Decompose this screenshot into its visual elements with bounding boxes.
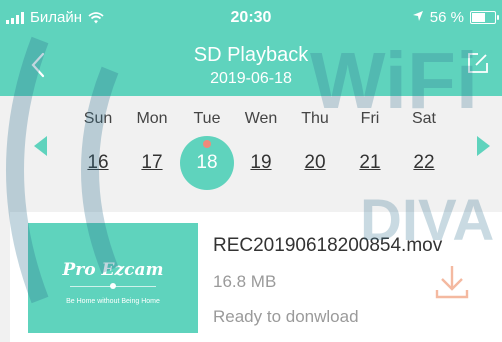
day-name: Wen — [244, 110, 278, 127]
day-number: 20 — [304, 152, 326, 173]
download-button[interactable] — [434, 262, 470, 302]
day-name: Tue — [193, 110, 221, 127]
thumbnail-dot — [110, 283, 116, 289]
day-number: 16 — [87, 152, 109, 173]
day-name: Sun — [83, 110, 113, 127]
thumbnail-tagline: Be Home without Being Home — [66, 298, 160, 305]
thumbnail-logo: Pro Ezcam — [62, 260, 164, 280]
recording-thumbnail[interactable]: Pro Ezcam Be Home without Being Home — [28, 223, 198, 333]
day-number: 17 — [141, 152, 163, 173]
day-name: Thu — [301, 110, 329, 127]
day-number: 21 — [359, 152, 381, 173]
day-name: Mon — [136, 110, 168, 127]
next-week-arrow[interactable] — [477, 136, 490, 156]
battery-level — [472, 13, 486, 22]
status-bar: Билайн 20:30 56 % — [0, 0, 502, 34]
download-icon — [435, 266, 469, 299]
day-name: Sat — [411, 110, 436, 127]
header: Билайн 20:30 56 % SD Playback 2019-06-18 — [0, 0, 502, 96]
recording-dot — [203, 140, 211, 148]
edit-icon — [468, 53, 488, 73]
previous-week-arrow[interactable] — [34, 136, 47, 156]
day-number: 18 — [196, 152, 218, 173]
page-subtitle: 2019-06-18 — [210, 70, 292, 87]
recording-list: Pro Ezcam Be Home without Being Home REC… — [10, 212, 502, 342]
day-number: 19 — [250, 152, 272, 173]
recording-file-size: 16.8 MB — [213, 272, 277, 291]
day-number: 22 — [413, 152, 435, 173]
battery-icon — [470, 11, 499, 24]
location-arrow-icon — [412, 9, 424, 26]
recording-file-name: REC20190618200854.mov — [213, 235, 443, 256]
recording-status: Ready to donwload — [213, 307, 359, 326]
edit-button[interactable] — [466, 51, 490, 75]
day-name: Fri — [360, 110, 380, 127]
page-title: SD Playback — [193, 44, 309, 66]
battery-percent: 56 % — [429, 9, 464, 26]
week-calendar: Sun 16 Mon 17 Tue 18 Wen 19 Thu 20 Fri 2… — [0, 96, 502, 198]
status-right: 56 % — [412, 9, 499, 26]
